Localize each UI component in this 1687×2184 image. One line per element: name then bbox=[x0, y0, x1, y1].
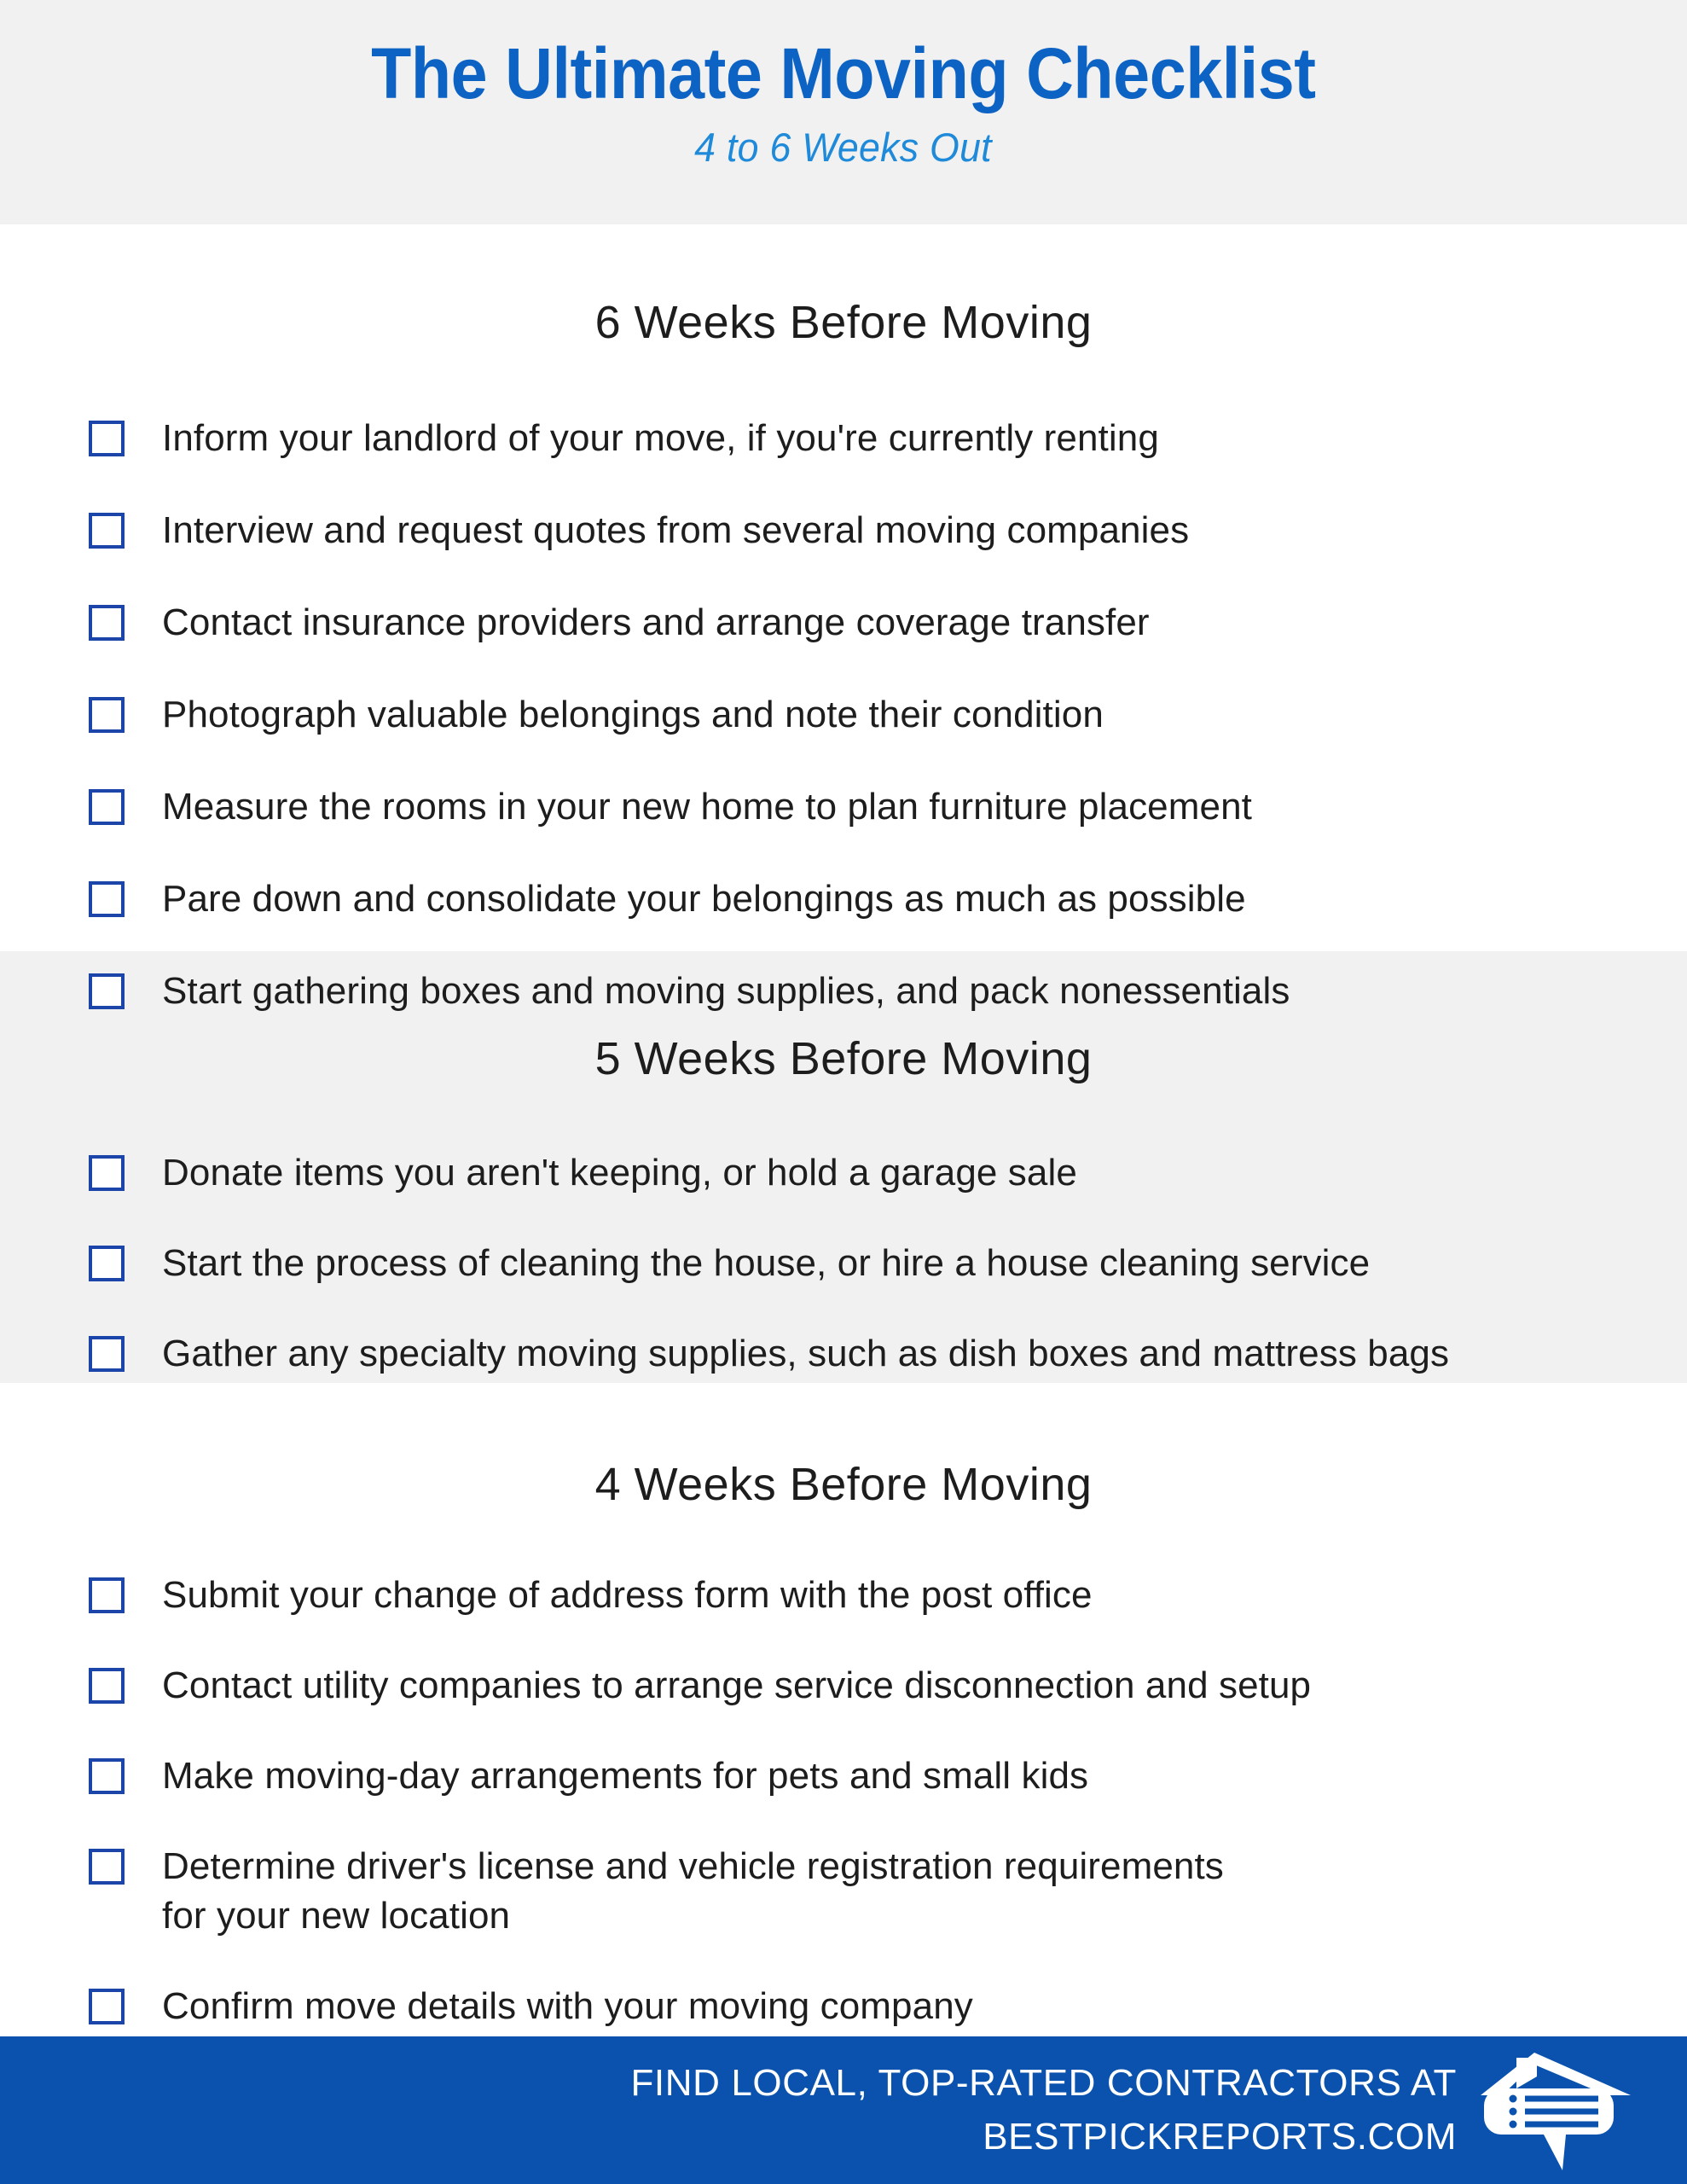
checklist-item[interactable]: Contact utility companies to arrange ser… bbox=[0, 1661, 1687, 1711]
page-title: The Ultimate Moving Checklist bbox=[371, 33, 1316, 113]
checkbox-icon[interactable] bbox=[89, 1989, 125, 2025]
checklist-item[interactable]: Confirm move details with your moving co… bbox=[0, 1982, 1687, 2031]
checklist-item-label: Inform your landlord of your move, if yo… bbox=[162, 417, 1159, 459]
checklist-item[interactable]: Gather any specialty moving supplies, su… bbox=[0, 1329, 1687, 1379]
checkbox-icon[interactable] bbox=[89, 1155, 125, 1191]
page-subtitle: 4 to 6 Weeks Out bbox=[694, 125, 993, 171]
checkbox-icon[interactable] bbox=[89, 1336, 125, 1373]
checkbox-icon[interactable] bbox=[89, 421, 125, 456]
checkbox-icon[interactable] bbox=[89, 1849, 125, 1885]
checklist-5-weeks: Donate items you aren't keeping, or hold… bbox=[0, 1148, 1687, 1379]
checklist-item-label: Measure the rooms in your new home to pl… bbox=[162, 786, 1252, 828]
checklist-6-weeks: Inform your landlord of your move, if yo… bbox=[0, 414, 1687, 1017]
section-title-4-weeks: 4 Weeks Before Moving bbox=[594, 1459, 1093, 1510]
checklist-item[interactable]: Make moving-day arrangements for pets an… bbox=[0, 1751, 1687, 1801]
checklist-item-label: Interview and request quotes from severa… bbox=[162, 509, 1190, 552]
checklist-item[interactable]: Interview and request quotes from severa… bbox=[0, 506, 1687, 555]
checklist-item[interactable]: Pare down and consolidate your belonging… bbox=[0, 874, 1687, 924]
checkbox-icon[interactable] bbox=[89, 513, 125, 549]
section-4-weeks: 4 Weeks Before Moving Submit your change… bbox=[0, 1383, 1687, 2036]
page-header: The Ultimate Moving Checklist 4 to 6 Wee… bbox=[0, 0, 1687, 224]
checklist-item-label: Contact utility companies to arrange ser… bbox=[162, 1664, 1312, 1707]
checklist-item-label: Start the process of cleaning the house,… bbox=[162, 1242, 1371, 1285]
checkbox-icon[interactable] bbox=[89, 1246, 125, 1282]
checklist-item[interactable]: Measure the rooms in your new home to pl… bbox=[0, 782, 1687, 832]
checkbox-icon[interactable] bbox=[89, 1577, 125, 1613]
checkbox-icon[interactable] bbox=[89, 1668, 125, 1705]
section-title-5-weeks: 5 Weeks Before Moving bbox=[594, 1033, 1093, 1084]
checklist-item-label: Make moving-day arrangements for pets an… bbox=[162, 1755, 1089, 1798]
checklist-item-label: Donate items you aren't keeping, or hold… bbox=[162, 1152, 1077, 1194]
checkbox-icon[interactable] bbox=[89, 605, 125, 642]
checklist-item-label: Start gathering boxes and moving supplie… bbox=[162, 970, 1290, 1013]
checklist-4-weeks: Submit your change of address form with … bbox=[0, 1571, 1687, 2031]
section-6-weeks: 6 Weeks Before Moving Inform your landlo… bbox=[0, 224, 1687, 1012]
checklist-item-label: Submit your change of address form with … bbox=[162, 1574, 1093, 1616]
checkbox-icon[interactable] bbox=[89, 973, 125, 1010]
checklist-item[interactable]: Photograph valuable belongings and note … bbox=[0, 690, 1687, 740]
checklist-item-label: Determine driver's license and vehicle r… bbox=[162, 1845, 1224, 1937]
checklist-item[interactable]: Inform your landlord of your move, if yo… bbox=[0, 414, 1687, 463]
checkbox-icon[interactable] bbox=[89, 697, 125, 734]
checkbox-icon[interactable] bbox=[89, 1758, 125, 1795]
best-pick-reports-house-logo-icon bbox=[1481, 2052, 1631, 2170]
checklist-item[interactable]: Submit your change of address form with … bbox=[0, 1571, 1687, 1620]
checkbox-icon[interactable] bbox=[89, 881, 125, 918]
page-footer: FIND LOCAL, TOP-RATED CONTRACTORS AT BES… bbox=[0, 2036, 1687, 2184]
checklist-item-label: Photograph valuable belongings and note … bbox=[162, 694, 1104, 736]
checklist-item-label: Gather any specialty moving supplies, su… bbox=[162, 1333, 1450, 1375]
section-title-6-weeks: 6 Weeks Before Moving bbox=[594, 297, 1093, 348]
checklist-item[interactable]: Determine driver's license and vehicle r… bbox=[0, 1842, 1687, 1941]
checklist-item[interactable]: Contact insurance providers and arrange … bbox=[0, 598, 1687, 648]
checklist-item-label: Pare down and consolidate your belonging… bbox=[162, 878, 1246, 921]
footer-callout-text: FIND LOCAL, TOP-RATED CONTRACTORS AT BES… bbox=[630, 2062, 1457, 2158]
checkbox-icon[interactable] bbox=[89, 789, 125, 826]
checklist-item[interactable]: Donate items you aren't keeping, or hold… bbox=[0, 1148, 1687, 1198]
checklist-item-label: Contact insurance providers and arrange … bbox=[162, 601, 1150, 644]
checklist-item[interactable]: Start the process of cleaning the house,… bbox=[0, 1239, 1687, 1288]
checklist-item-label: Confirm move details with your moving co… bbox=[162, 1985, 973, 2028]
